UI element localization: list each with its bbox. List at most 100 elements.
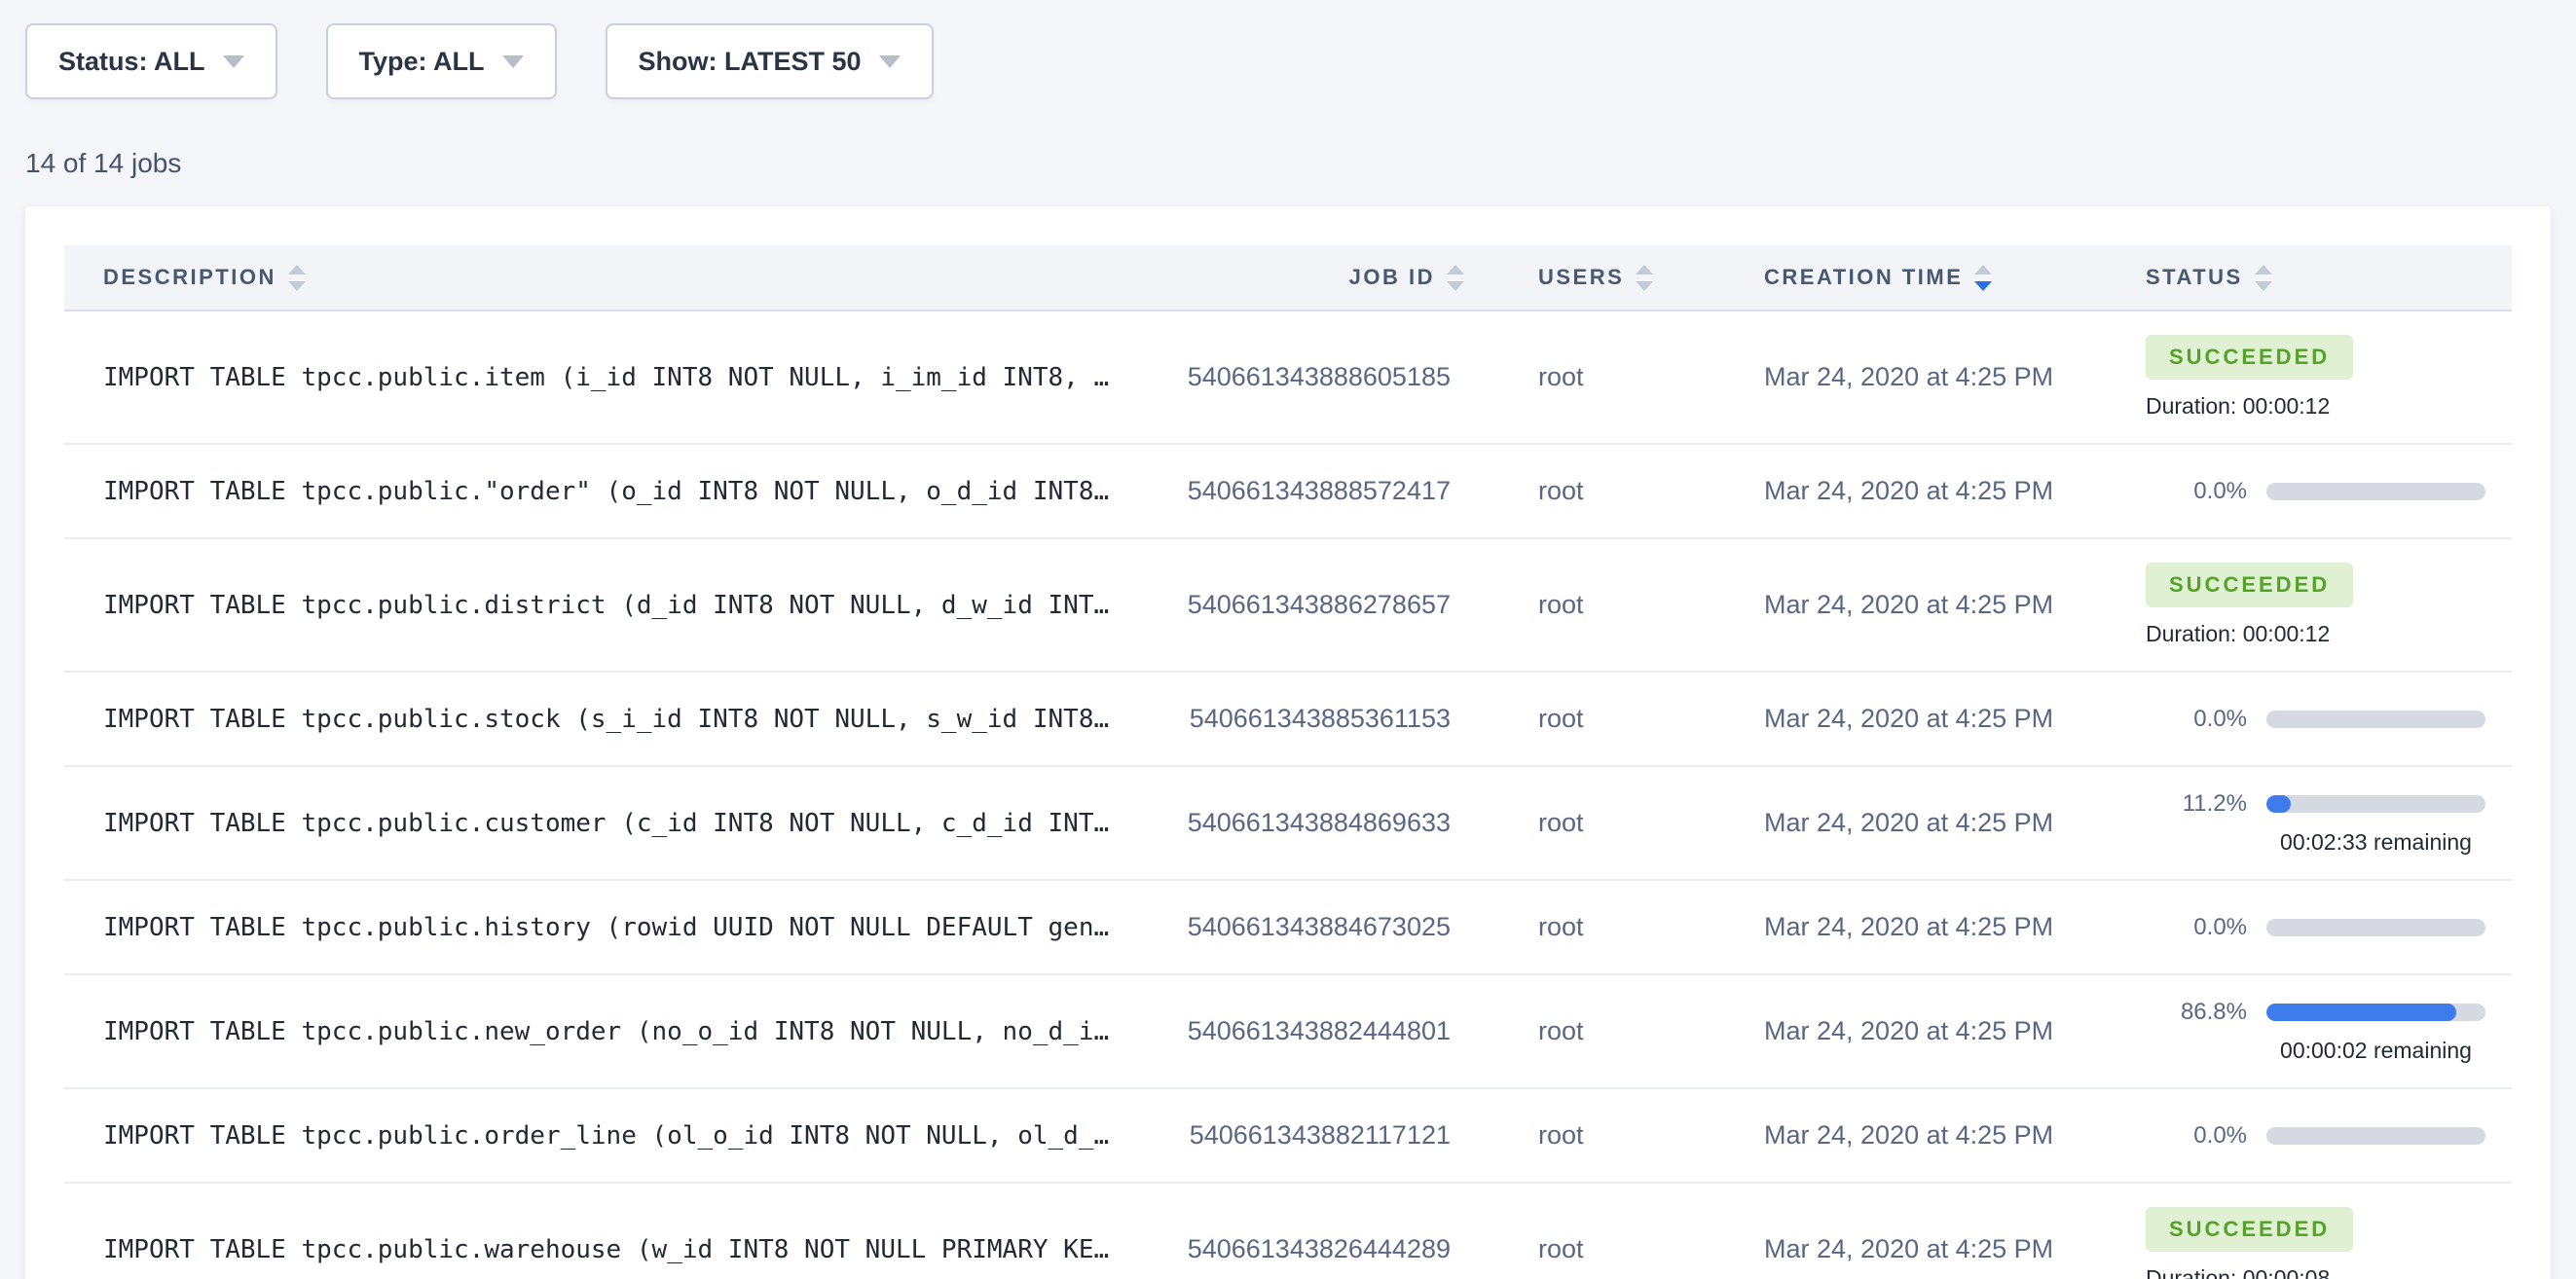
status-duration: Duration: 00:00:12: [2146, 393, 2512, 420]
table-body: IMPORT TABLE tpcc.public.item (i_id INT8…: [64, 311, 2512, 1279]
job-description: IMPORT TABLE tpcc.public.history (rowid …: [64, 913, 1149, 942]
sort-arrows-icon: [288, 265, 306, 291]
progress-percent: 86.8%: [2146, 999, 2247, 1026]
job-status-cell: 0.0%: [2132, 914, 2512, 941]
job-user: root: [1480, 476, 1723, 506]
job-creation-time: Mar 24, 2020 at 4:25 PM: [1723, 476, 2132, 506]
job-id: 540661343885361153: [1149, 704, 1480, 734]
progress-line: 0.0%: [2146, 1122, 2512, 1150]
sort-asc-icon: [288, 265, 306, 274]
job-status-cell: 11.2% 00:02:33 remaining: [2132, 790, 2512, 856]
table-row[interactable]: IMPORT TABLE tpcc.public.history (rowid …: [64, 881, 2512, 975]
sort-desc-icon: [1974, 281, 1992, 291]
progress-percent: 0.0%: [2146, 478, 2247, 505]
progress-line: 0.0%: [2146, 478, 2512, 505]
job-user: root: [1480, 590, 1723, 620]
table-row[interactable]: IMPORT TABLE tpcc.public.customer (c_id …: [64, 767, 2512, 881]
sort-asc-icon: [1974, 265, 1992, 274]
job-id: 540661343884869633: [1149, 808, 1480, 838]
job-creation-time: Mar 24, 2020 at 4:25 PM: [1723, 1016, 2132, 1046]
column-label: STATUS: [2146, 265, 2243, 290]
job-description: IMPORT TABLE tpcc.public.stock (s_i_id I…: [64, 705, 1149, 734]
progress-bar: [2266, 919, 2485, 936]
column-header-description[interactable]: DESCRIPTION: [64, 265, 1149, 291]
job-creation-time: Mar 24, 2020 at 4:25 PM: [1723, 362, 2132, 392]
progress-line: 0.0%: [2146, 914, 2512, 941]
progress-line: 86.8%: [2146, 999, 2512, 1026]
table-row[interactable]: IMPORT TABLE tpcc.public.warehouse (w_id…: [64, 1184, 2512, 1279]
job-description: IMPORT TABLE tpcc.public.order_line (ol_…: [64, 1121, 1149, 1151]
job-id: 540661343888572417: [1149, 476, 1480, 506]
chevron-down-icon: [502, 55, 524, 68]
job-creation-time: Mar 24, 2020 at 4:25 PM: [1723, 1120, 2132, 1151]
jobs-page: Status: ALL Type: ALL Show: LATEST 50 14…: [0, 0, 2576, 1279]
table-row[interactable]: IMPORT TABLE tpcc.public.new_order (no_o…: [64, 975, 2512, 1089]
job-description: IMPORT TABLE tpcc.public."order" (o_id I…: [64, 477, 1149, 506]
status-badge: SUCCEEDED: [2146, 1207, 2353, 1252]
time-remaining: 00:02:33 remaining: [2266, 829, 2485, 856]
status-badge: SUCCEEDED: [2146, 563, 2353, 607]
job-id: 540661343882444801: [1149, 1016, 1480, 1046]
job-id: 540661343888605185: [1149, 362, 1480, 392]
sort-asc-icon: [1636, 265, 1653, 274]
job-user: root: [1480, 362, 1723, 392]
progress-bar-fill: [2266, 1004, 2456, 1021]
job-id: 540661343882117121: [1149, 1120, 1480, 1151]
sort-desc-icon: [1447, 281, 1464, 291]
sort-desc-icon: [1636, 281, 1653, 291]
table-row[interactable]: IMPORT TABLE tpcc.public.stock (s_i_id I…: [64, 673, 2512, 767]
job-description: IMPORT TABLE tpcc.public.customer (c_id …: [64, 809, 1149, 838]
column-header-status[interactable]: STATUS: [2132, 265, 2512, 291]
job-creation-time: Mar 24, 2020 at 4:25 PM: [1723, 808, 2132, 838]
table-row[interactable]: IMPORT TABLE tpcc.public."order" (o_id I…: [64, 445, 2512, 539]
status-duration: Duration: 00:00:08: [2146, 1265, 2512, 1279]
table-row[interactable]: IMPORT TABLE tpcc.public.order_line (ol_…: [64, 1089, 2512, 1184]
status-badge: SUCCEEDED: [2146, 335, 2353, 380]
job-user: root: [1480, 1120, 1723, 1151]
job-description: IMPORT TABLE tpcc.public.item (i_id INT8…: [64, 363, 1149, 392]
progress-bar: [2266, 1004, 2485, 1021]
progress-line: 0.0%: [2146, 706, 2512, 733]
job-creation-time: Mar 24, 2020 at 4:25 PM: [1723, 1234, 2132, 1264]
table-header-row: DESCRIPTION JOB ID USERS CREATION TIME STATU…: [64, 245, 2512, 311]
job-description: IMPORT TABLE tpcc.public.warehouse (w_id…: [64, 1235, 1149, 1264]
status-filter-label: Status: ALL: [58, 47, 205, 77]
status-duration: Duration: 00:00:12: [2146, 621, 2512, 647]
sort-arrows-icon: [2255, 265, 2272, 291]
job-status-cell: 86.8%00:00:02 remaining: [2132, 999, 2512, 1064]
filters-bar: Status: ALL Type: ALL Show: LATEST 50: [25, 23, 2551, 99]
job-status-cell: SUCCEEDED Duration: 00:00:08: [2132, 1207, 2512, 1279]
sort-arrows-icon: [1447, 265, 1464, 291]
job-status-cell: 0.0%: [2132, 706, 2512, 733]
table-row[interactable]: IMPORT TABLE tpcc.public.item (i_id INT8…: [64, 311, 2512, 445]
job-creation-time: Mar 24, 2020 at 4:25 PM: [1723, 912, 2132, 942]
status-filter-dropdown[interactable]: Status: ALL: [25, 23, 277, 99]
job-user: root: [1480, 704, 1723, 734]
progress-percent: 0.0%: [2146, 706, 2247, 733]
job-status-cell: SUCCEEDED Duration: 00:00:12: [2132, 563, 2512, 647]
column-label: JOB ID: [1349, 265, 1435, 290]
type-filter-label: Type: ALL: [359, 47, 485, 77]
column-header-users[interactable]: USERS: [1480, 265, 1723, 291]
progress-percent: 0.0%: [2146, 914, 2247, 941]
chevron-down-icon: [223, 55, 244, 68]
sort-arrows-icon: [1974, 265, 1992, 291]
table-row[interactable]: IMPORT TABLE tpcc.public.district (d_id …: [64, 539, 2512, 673]
show-filter-label: Show: LATEST 50: [639, 47, 862, 77]
column-label: USERS: [1538, 265, 1624, 290]
jobs-count: 14 of 14 jobs: [25, 146, 2551, 181]
progress-percent: 11.2%: [2146, 790, 2247, 818]
column-label: DESCRIPTION: [103, 265, 276, 290]
job-status-cell: 0.0%: [2132, 478, 2512, 505]
job-description: IMPORT TABLE tpcc.public.district (d_id …: [64, 591, 1149, 620]
sort-asc-icon: [1447, 265, 1464, 274]
column-header-created[interactable]: CREATION TIME: [1723, 265, 2132, 291]
progress-bar: [2266, 711, 2485, 728]
sort-asc-icon: [2255, 265, 2272, 274]
column-header-jobid[interactable]: JOB ID: [1149, 265, 1480, 291]
show-filter-dropdown[interactable]: Show: LATEST 50: [606, 23, 934, 99]
job-id: 540661343826444289: [1149, 1234, 1480, 1264]
jobs-table-card: DESCRIPTION JOB ID USERS CREATION TIME STATU…: [25, 206, 2551, 1279]
job-status-cell: SUCCEEDED Duration: 00:00:12: [2132, 335, 2512, 420]
type-filter-dropdown[interactable]: Type: ALL: [326, 23, 557, 99]
